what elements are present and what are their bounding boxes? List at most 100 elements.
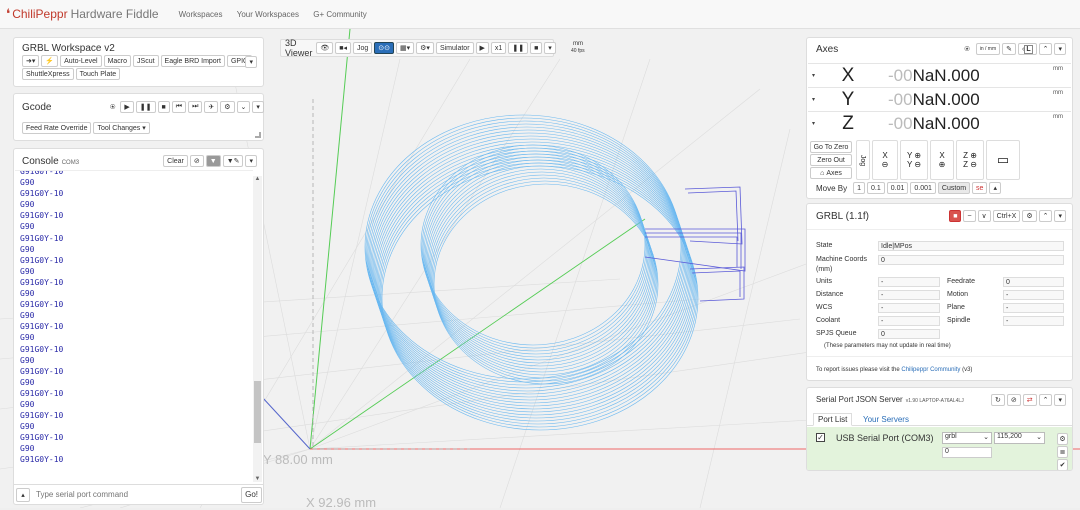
jog-y-group[interactable]: Y ⊕ Y ⊖ <box>900 140 928 180</box>
stop-icon[interactable]: ■ <box>157 101 170 113</box>
buffer-select[interactable]: grbl ⌄ <box>942 432 992 444</box>
feed-rate-override-button[interactable]: Feed Rate Override <box>22 122 92 134</box>
grid-icon[interactable]: ▦▾ <box>396 42 415 54</box>
zero-out-button[interactable]: Zero Out <box>810 154 852 166</box>
port-settings-icon[interactable]: ⚙ <box>1057 433 1068 445</box>
estop-icon[interactable]: ■ <box>949 210 962 222</box>
ctrlx-button[interactable]: Ctrl+X <box>992 210 1021 222</box>
scroll-down-icon[interactable]: ▼ <box>253 476 262 482</box>
port-check-icon[interactable]: ✔ <box>1057 459 1068 470</box>
collapse-icon[interactable]: ⌄ <box>236 101 251 113</box>
move-by-0-1[interactable]: 0.1 <box>867 182 885 194</box>
go-to-zero-button[interactable]: Go To Zero <box>810 141 852 153</box>
scroll-up-icon[interactable]: ▲ <box>253 176 262 182</box>
tab-port-list[interactable]: Port List <box>813 413 853 426</box>
tilde-button[interactable]: ~ <box>963 210 976 222</box>
console-scrollbar[interactable]: ▲ ▼ <box>253 176 262 482</box>
no-filter-icon[interactable]: ⊘ <box>189 155 204 167</box>
camera-icon[interactable]: ■◂ <box>335 42 351 54</box>
move-by-1[interactable]: 1 <box>853 182 866 194</box>
eraser-icon[interactable]: ✎ <box>1002 43 1016 55</box>
plane-icon[interactable]: ✈ <box>204 101 219 113</box>
tab-your-servers[interactable]: Your Servers <box>863 415 909 424</box>
filter-icon[interactable]: ▼ <box>205 155 221 167</box>
y-dimension-label: Y 88.00 mm <box>263 452 333 467</box>
viewer-settings-icon[interactable]: ⚙▾ <box>416 42 434 54</box>
pause-icon[interactable]: ❚❚ <box>135 101 156 113</box>
grbl-menu-caret[interactable]: ▾ <box>1054 210 1066 222</box>
axes-collapse-icon[interactable]: ⌃ <box>1038 43 1053 55</box>
go-button[interactable]: Go! <box>241 486 262 503</box>
link-icon[interactable]: ⊙⊙ <box>374 42 395 54</box>
auto-level-button[interactable]: Auto-Level <box>60 55 102 67</box>
jscut-button[interactable]: JScut <box>133 55 159 67</box>
scrollbar-thumb[interactable] <box>254 381 261 443</box>
refresh-icon[interactable]: ↻ <box>990 394 1005 406</box>
jog-button[interactable]: Jog <box>352 42 373 54</box>
simulator-button[interactable]: Simulator <box>435 42 474 54</box>
clear-button[interactable]: Clear <box>163 155 188 167</box>
filter-edit-icon[interactable]: ▼✎ <box>222 155 244 167</box>
port-log-icon[interactable]: ≣ <box>1057 446 1068 458</box>
firepower-icon[interactable]: ⚡ <box>41 55 59 67</box>
console-history-caret[interactable]: ▴ <box>16 487 30 502</box>
eye-icon[interactable]: 👁 <box>316 42 334 54</box>
move-by-0-001[interactable]: 0.001 <box>910 182 936 194</box>
shuttlexpress-button[interactable]: ShuttleXpress <box>22 68 74 80</box>
sim-speed-button[interactable]: x1 <box>490 42 507 54</box>
settings-icon[interactable]: ⚙ <box>220 101 235 113</box>
axes-button[interactable]: ⌂ Axes <box>810 167 852 179</box>
move-by-caret[interactable]: ▴ <box>989 182 1001 194</box>
console-menu-caret[interactable]: ▾ <box>245 155 257 167</box>
stop-circle-icon[interactable]: ⊘ <box>1006 394 1021 406</box>
touch-plate-icon[interactable]: ▭ <box>986 140 1020 180</box>
axis-z-caret-icon[interactable]: ▾ <box>812 120 822 127</box>
plane-value: - <box>1003 303 1064 313</box>
custom-value-field[interactable]: se <box>972 182 988 194</box>
macro-button[interactable]: Macro <box>103 55 132 67</box>
community-link[interactable]: Chilipeppr Community <box>901 367 960 373</box>
l-toggle-button[interactable]: ‹ L <box>1017 43 1037 55</box>
last-line-icon[interactable]: ⏭ <box>188 101 203 113</box>
tool-changes-button[interactable]: Tool Changes ▾ <box>93 122 150 134</box>
gcode-menu-caret[interactable]: ▾ <box>252 101 264 113</box>
nav-link-your-workspaces[interactable]: Your Workspaces <box>237 10 299 19</box>
workspace-menu-caret[interactable]: ▾ <box>245 56 257 68</box>
jog-z-group[interactable]: Z ⊕ Z ⊖ <box>956 140 984 180</box>
jog-x-plus[interactable]: X ⊕ <box>930 140 954 180</box>
nav-link-community[interactable]: G+ Community <box>313 10 367 19</box>
resize-grip[interactable] <box>255 132 261 138</box>
reconnect-icon[interactable]: ⇄ <box>1022 394 1037 406</box>
axes-help-icon[interactable]: ⍟ <box>964 44 969 55</box>
axis-x-caret-icon[interactable]: ▾ <box>812 72 822 79</box>
serial-command-input[interactable] <box>30 486 242 503</box>
grbl-settings-icon[interactable]: ⚙ <box>1022 210 1037 222</box>
eagle-import-button[interactable]: Eagle BRD Import <box>160 55 225 67</box>
axis-y-caret-icon[interactable]: ▾ <box>812 96 822 103</box>
nav-link-workspaces[interactable]: Workspaces <box>179 10 223 19</box>
caret-v-button[interactable]: ∨ <box>977 210 991 222</box>
move-by-custom[interactable]: Custom <box>937 182 971 194</box>
export-icon[interactable]: ➜▾ <box>22 55 40 67</box>
touch-plate-button[interactable]: Touch Plate <box>75 68 121 80</box>
jog-x-minus[interactable]: X ⊖ <box>872 140 898 180</box>
sim-play-icon[interactable]: ▶ <box>475 42 489 54</box>
viewer-toolbar: 3D Viewer 👁 ■◂ Jog ⊙⊙ ▦▾ ⚙▾ Simulator ▶ … <box>280 38 556 58</box>
sim-stop-icon[interactable]: ■ <box>530 42 543 54</box>
serial-menu-caret[interactable]: ▾ <box>1054 394 1066 406</box>
move-by-0-01[interactable]: 0.01 <box>886 182 909 194</box>
brand-title: Hardware Fiddle <box>70 7 159 21</box>
baud-select[interactable]: 115,200 ⌄ <box>994 432 1045 444</box>
first-line-icon[interactable]: ⏮ <box>171 101 187 113</box>
sim-pause-icon[interactable]: ❚❚ <box>508 42 529 54</box>
units-toggle-button[interactable]: in / mm <box>975 43 1001 55</box>
axis-x-number: NaN.000 <box>912 65 980 85</box>
sim-menu-caret[interactable]: ▾ <box>544 42 556 54</box>
serial-collapse-icon[interactable]: ⌃ <box>1038 394 1053 406</box>
port-checkbox[interactable]: ✓ <box>816 433 825 442</box>
grbl-collapse-icon[interactable]: ⌃ <box>1038 210 1053 222</box>
axes-menu-caret[interactable]: ▾ <box>1054 43 1066 55</box>
play-icon[interactable]: ▶ <box>120 101 134 113</box>
help-icon[interactable]: ⍟ <box>110 102 115 113</box>
brand[interactable]: ❛ ChiliPeppr Hardware Fiddle <box>6 6 159 22</box>
